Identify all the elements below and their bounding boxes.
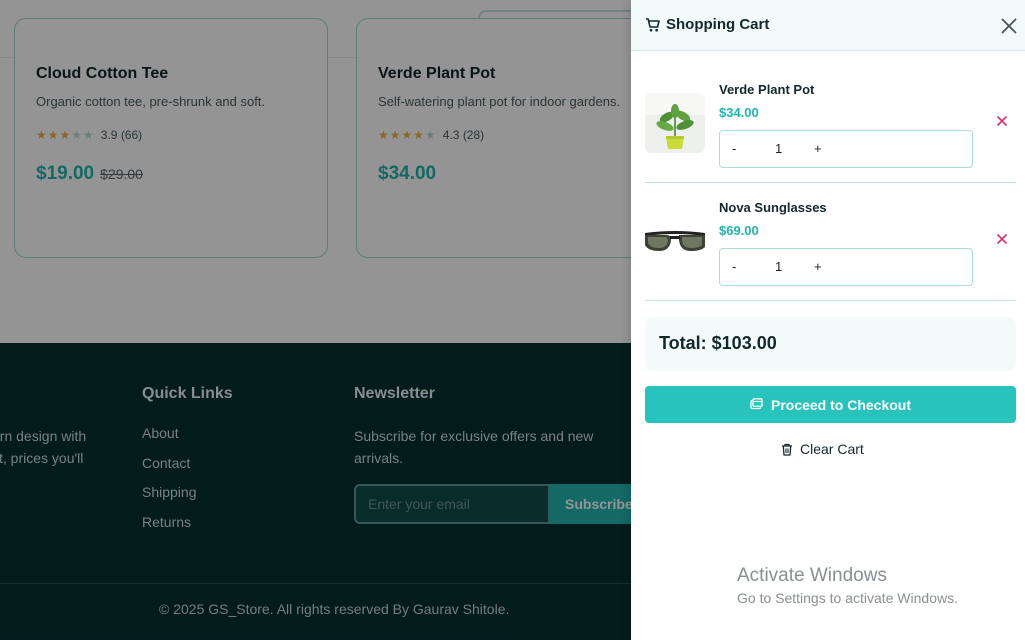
quantity-value: 1 xyxy=(775,141,783,156)
windows-activation-watermark: Activate Windows Go to Settings to activ… xyxy=(737,565,958,606)
cart-item-name: Verde Plant Pot xyxy=(719,82,815,97)
cart-item-price: $69.00 xyxy=(719,223,759,238)
cart-icon xyxy=(646,18,660,32)
remove-item-icon[interactable] xyxy=(996,233,1008,245)
cart-item-name: Nova Sunglasses xyxy=(719,200,827,215)
checkout-label: Proceed to Checkout xyxy=(770,396,912,413)
plant-pot-thumbnail xyxy=(645,93,705,153)
close-icon[interactable] xyxy=(999,16,1019,36)
watermark-subtitle: Go to Settings to activate Windows. xyxy=(737,590,958,606)
trash-icon xyxy=(782,443,792,456)
cart-total: Total: $103.00 xyxy=(659,333,777,353)
increase-quantity-button[interactable]: + xyxy=(814,141,822,156)
checkout-button[interactable]: Proceed to Checkout xyxy=(645,386,1016,423)
cart-item: Verde Plant Pot $34.00 - 1 + xyxy=(645,65,1016,183)
decrease-quantity-button[interactable]: - xyxy=(732,141,736,156)
sunglasses-thumbnail xyxy=(645,211,705,271)
clear-cart-button[interactable]: Clear Cart xyxy=(781,438,864,460)
decrease-quantity-button[interactable]: - xyxy=(732,259,736,274)
watermark-title: Activate Windows xyxy=(737,565,887,586)
increase-quantity-button[interactable]: + xyxy=(814,259,822,274)
clear-cart-label: Clear Cart xyxy=(800,441,864,457)
quantity-stepper: - 1 + xyxy=(719,130,973,168)
cart-title: Shopping Cart xyxy=(666,16,770,33)
cart-header: Shopping Cart xyxy=(631,0,1025,51)
cart-item: Nova Sunglasses $69.00 - 1 + xyxy=(645,183,1016,301)
quantity-stepper: - 1 + xyxy=(719,248,973,286)
cart-item-price: $34.00 xyxy=(719,105,759,120)
credit-card-icon xyxy=(750,398,763,410)
cart-drawer: Shopping Cart Verde Plant Pot $34.00 - 1… xyxy=(631,0,1025,640)
remove-item-icon[interactable] xyxy=(996,115,1008,127)
modal-backdrop[interactable] xyxy=(0,0,631,640)
cart-total-box: Total: $103.00 xyxy=(645,317,1016,371)
quantity-value: 1 xyxy=(775,259,783,274)
